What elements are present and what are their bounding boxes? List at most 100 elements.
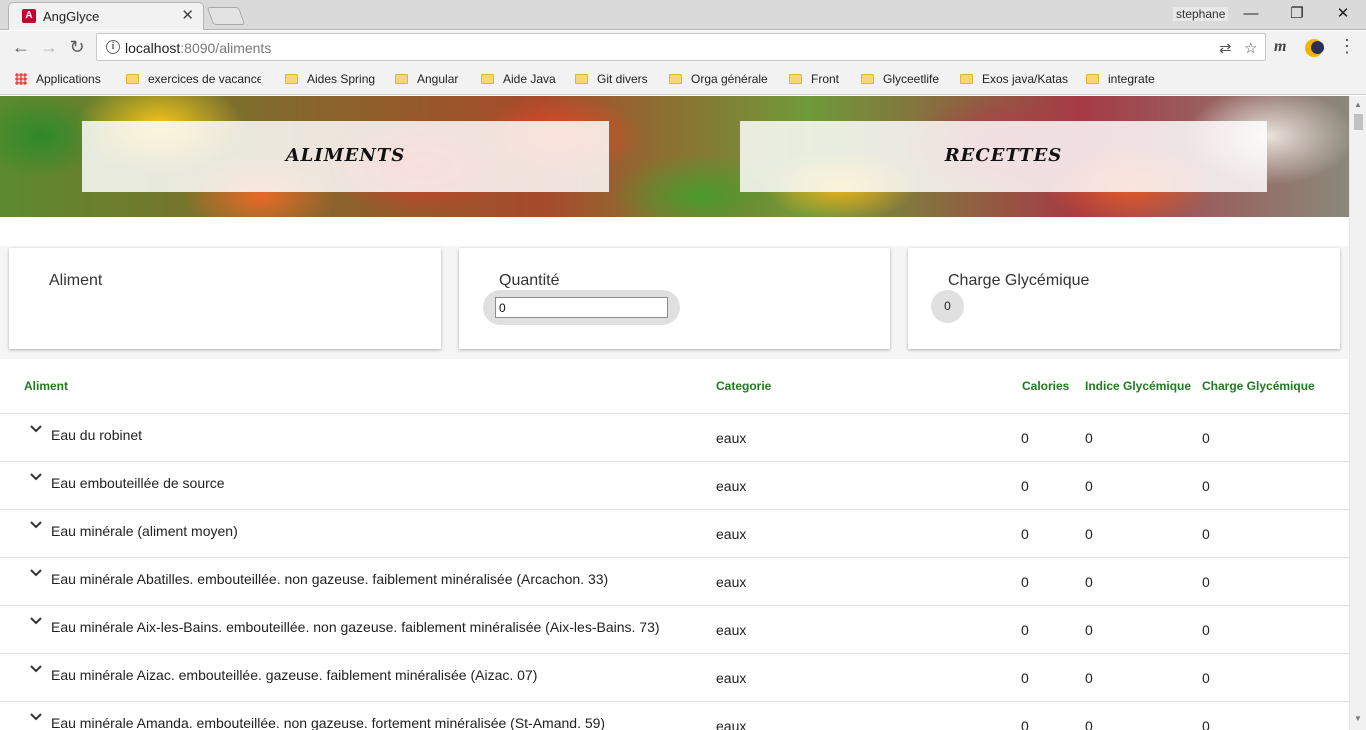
folder-icon [481, 74, 494, 84]
bookmark-applications[interactable]: Applications [15, 72, 101, 86]
site-info-icon[interactable]: i [106, 40, 120, 54]
row-charge: 0 [1202, 718, 1210, 730]
header-charge[interactable]: Charge Glycémique [1202, 379, 1315, 393]
row-categorie: eaux [716, 478, 747, 494]
row-charge: 0 [1202, 574, 1210, 590]
row-categorie: eaux [716, 574, 747, 590]
chevron-down-icon[interactable] [29, 471, 43, 483]
aliment-card-title: Aliment [49, 272, 103, 289]
chevron-down-icon[interactable] [29, 423, 43, 435]
extension-m-icon[interactable]: m [1274, 38, 1286, 56]
scroll-down-arrow-icon[interactable]: ▼ [1354, 714, 1362, 723]
close-window-button[interactable]: ✕ [1320, 0, 1366, 30]
bookmark-folder[interactable]: Glyceetlife [861, 72, 939, 86]
row-calories: 0 [1021, 574, 1029, 590]
nav-recettes-label: RECETTES [944, 145, 1063, 166]
address-bar[interactable]: i localhost:8090/aliments ⇄ ☆ [96, 33, 1266, 61]
scroll-thumb[interactable] [1354, 114, 1363, 130]
header-indice[interactable]: Indice Glycémique [1085, 379, 1191, 393]
table-row[interactable]: Eau du robinet eaux 0 0 0 [0, 414, 1349, 462]
table-row[interactable]: Eau minérale Aix-les-Bains. embouteillée… [0, 606, 1349, 654]
bookmark-folder[interactable]: Git divers [575, 72, 648, 86]
bookmark-star-icon[interactable]: ☆ [1244, 39, 1257, 57]
minimize-button[interactable]: — [1228, 0, 1274, 30]
browser-menu-icon[interactable]: ⋮ [1338, 36, 1356, 57]
bookmark-folder[interactable]: Exos java/Katas [960, 72, 1068, 86]
table-header: Aliment Categorie Calories Indice Glycém… [0, 359, 1349, 414]
row-charge: 0 [1202, 430, 1210, 446]
new-tab-button[interactable] [206, 7, 246, 25]
row-charge: 0 [1202, 622, 1210, 638]
page-scrollbar[interactable]: ▲ ▼ [1349, 96, 1366, 730]
tab-title: AngGlyce [43, 9, 100, 24]
nav-aliments-label: ALIMENTS [285, 145, 406, 166]
chevron-down-icon[interactable] [29, 519, 43, 531]
tab-strip: A AngGlyce ✕ stephane — ❐ ✕ [0, 0, 1366, 30]
table-row[interactable]: Eau minérale Aizac. embouteillée. gazeus… [0, 654, 1349, 702]
quantite-card: Quantité [459, 248, 890, 349]
row-categorie: eaux [716, 430, 747, 446]
row-indice: 0 [1085, 478, 1093, 494]
folder-icon [960, 74, 973, 84]
quantite-card-title: Quantité [499, 272, 560, 289]
bookmark-folder[interactable]: Orga générale [669, 72, 768, 86]
chevron-down-icon[interactable] [29, 615, 43, 627]
row-categorie: eaux [716, 718, 747, 730]
row-aliment: Eau minérale Aizac. embouteillée. gazeus… [51, 667, 538, 683]
header-calories[interactable]: Calories [1022, 379, 1069, 393]
table-row[interactable]: Eau minérale Amanda. embouteillée. non g… [0, 702, 1349, 730]
folder-icon [575, 74, 588, 84]
restore-button[interactable]: ❐ [1274, 0, 1320, 30]
scroll-up-arrow-icon[interactable]: ▲ [1354, 100, 1362, 109]
charge-card: Charge Glycémique 0 [908, 248, 1340, 349]
browser-tab[interactable]: A AngGlyce ✕ [8, 2, 204, 30]
bookmark-folder[interactable]: Front [789, 72, 839, 86]
quantity-input[interactable] [495, 297, 668, 318]
nav-recettes-button[interactable]: RECETTES [740, 121, 1267, 192]
table-row[interactable]: Eau embouteillée de source eaux 0 0 0 [0, 462, 1349, 510]
row-calories: 0 [1021, 526, 1029, 542]
profile-name[interactable]: stephane [1173, 7, 1229, 21]
back-button[interactable]: ← [9, 36, 33, 60]
header-categorie[interactable]: Categorie [716, 379, 771, 393]
apps-grid-icon [15, 73, 27, 85]
row-categorie: eaux [716, 526, 747, 542]
bookmarks-bar: Applications exercices de vacance: Aides… [0, 64, 1366, 95]
tab-close-icon[interactable]: ✕ [181, 7, 194, 25]
bookmark-folder[interactable]: Aides Spring [285, 72, 375, 86]
nav-aliments-button[interactable]: ALIMENTS [82, 121, 609, 192]
extension-moon-icon[interactable] [1305, 39, 1324, 57]
bookmark-folder[interactable]: exercices de vacance: [126, 72, 261, 86]
chevron-down-icon[interactable] [29, 567, 43, 579]
folder-icon [861, 74, 874, 84]
row-calories: 0 [1021, 478, 1029, 494]
row-indice: 0 [1085, 526, 1093, 542]
row-aliment: Eau minérale Abatilles. embouteillée. no… [51, 571, 609, 587]
chevron-down-icon[interactable] [29, 663, 43, 675]
reload-button[interactable]: ↻ [65, 36, 89, 60]
forward-button[interactable]: → [37, 36, 61, 60]
row-charge: 0 [1202, 478, 1210, 494]
browser-toolbar: ← → ↻ i localhost:8090/aliments ⇄ ☆ m [0, 31, 1366, 64]
table-row[interactable]: Eau minérale (aliment moyen) eaux 0 0 0 [0, 510, 1349, 558]
page-viewport: ALIMENTS RECETTES Aliment Quantité Charg… [0, 96, 1349, 730]
bookmark-folder[interactable]: Aide Java [481, 72, 556, 86]
url-text[interactable]: localhost:8090/aliments [125, 40, 271, 56]
bookmark-folder[interactable]: integrate [1086, 72, 1155, 86]
summary-cards: Aliment Quantité Charge Glycémique 0 [0, 246, 1349, 359]
row-categorie: eaux [716, 622, 747, 638]
bookmark-folder[interactable]: Angular [395, 72, 458, 86]
header-banner: ALIMENTS RECETTES [0, 96, 1349, 217]
aliment-card: Aliment [9, 248, 441, 349]
table-row[interactable]: Eau minérale Abatilles. embouteillée. no… [0, 558, 1349, 606]
quantity-field-wrapper [483, 290, 680, 325]
row-aliment: Eau du robinet [51, 427, 143, 443]
row-indice: 0 [1085, 574, 1093, 590]
chevron-down-icon[interactable] [29, 711, 43, 723]
header-aliment[interactable]: Aliment [24, 379, 68, 393]
aliments-table: Aliment Categorie Calories Indice Glycém… [0, 359, 1349, 730]
row-charge: 0 [1202, 670, 1210, 686]
translate-icon[interactable]: ⇄ [1219, 39, 1232, 57]
row-indice: 0 [1085, 670, 1093, 686]
row-indice: 0 [1085, 430, 1093, 446]
